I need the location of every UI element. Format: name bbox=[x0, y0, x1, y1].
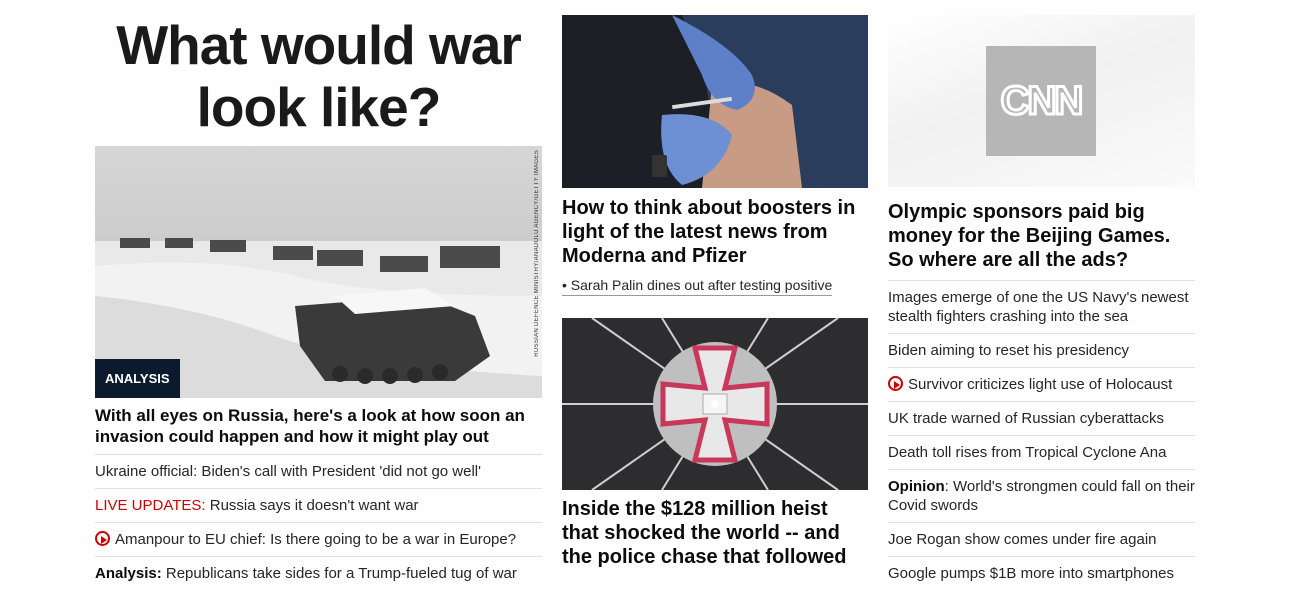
related-story-link[interactable]: • Sarah Palin dines out after testing po… bbox=[562, 276, 833, 296]
list-item-text: Republicans take sides for a Trump-fuele… bbox=[161, 565, 517, 582]
olympics-story-headline[interactable]: Olympic sponsors paid big money for the … bbox=[888, 200, 1195, 272]
cnn-logo-text: CNN bbox=[999, 77, 1085, 124]
list-item-text: Amanpour to EU chief: Is there going to … bbox=[115, 531, 517, 548]
opinion-label: Opinion bbox=[888, 478, 945, 495]
booster-story-headline[interactable]: How to think about boosters in light of … bbox=[562, 196, 868, 268]
analysis-label: Analysis: bbox=[95, 565, 162, 582]
list-item[interactable]: Google pumps $1B more into smartphones bbox=[888, 556, 1195, 590]
list-item[interactable]: LIVE UPDATES: Russia says it doesn't wan… bbox=[95, 488, 542, 522]
list-item[interactable]: Ukraine official: Biden's call with Pres… bbox=[95, 454, 542, 488]
right-story-list: Images emerge of one the US Navy's newes… bbox=[888, 280, 1195, 590]
right-column: CNN Olympic sponsors paid big money for … bbox=[888, 0, 1195, 590]
list-item[interactable]: Survivor criticizes light use of Holocau… bbox=[888, 367, 1195, 401]
list-item[interactable]: Analysis: Republicans take sides for a T… bbox=[95, 556, 542, 590]
list-item[interactable]: UK trade warned of Russian cyberattacks bbox=[888, 401, 1195, 435]
heist-story-headline[interactable]: Inside the $128 million heist that shock… bbox=[562, 497, 868, 569]
jeweled-cross-photo bbox=[562, 318, 868, 490]
list-item[interactable]: Biden aiming to reset his presidency bbox=[888, 333, 1195, 367]
lead-story-image[interactable]: RUSSIAN DEFENCE MINISTRY/ANADOLU AGENCY/… bbox=[95, 146, 542, 398]
live-updates-label: LIVE UPDATES: bbox=[95, 497, 206, 514]
list-item-text: Death toll rises from Tropical Cyclone A… bbox=[888, 444, 1167, 461]
list-item[interactable]: Opinion: World's strongmen could fall on… bbox=[888, 469, 1195, 522]
lead-story-headline[interactable]: With all eyes on Russia, here's a look a… bbox=[95, 405, 542, 448]
list-item-text: Joe Rogan show comes under fire again bbox=[888, 531, 1157, 548]
list-item-text: UK trade warned of Russian cyberattacks bbox=[888, 410, 1164, 427]
middle-column: How to think about boosters in light of … bbox=[562, 0, 868, 569]
banner-headline[interactable]: What would war look like? bbox=[95, 14, 542, 146]
list-item-text: Images emerge of one the US Navy's newes… bbox=[888, 289, 1189, 325]
photo-credit: RUSSIAN DEFENCE MINISTRY/ANADOLU AGENCY/… bbox=[534, 150, 540, 357]
list-item[interactable]: Amanpour to EU chief: Is there going to … bbox=[95, 522, 542, 556]
list-item[interactable]: Joe Rogan show comes under fire again bbox=[888, 522, 1195, 556]
analysis-badge: ANALYSIS bbox=[95, 359, 180, 398]
list-item-text: Ukraine official: Biden's call with Pres… bbox=[95, 463, 482, 480]
olympics-story-image[interactable]: CNN bbox=[888, 15, 1195, 187]
list-item-text: Biden aiming to reset his presidency bbox=[888, 342, 1129, 359]
lead-column: What would war look like? RUSSIAN DEFENC… bbox=[95, 0, 542, 590]
list-item-text: Survivor criticizes light use of Holocau… bbox=[908, 376, 1173, 393]
play-video-icon bbox=[95, 531, 110, 546]
cnn-logo: CNN bbox=[986, 46, 1096, 156]
list-item[interactable]: Images emerge of one the US Navy's newes… bbox=[888, 280, 1195, 333]
list-item-text: Google pumps $1B more into smartphones bbox=[888, 565, 1174, 582]
booster-story-image[interactable] bbox=[562, 15, 868, 188]
list-item-text: Russia says it doesn't want war bbox=[205, 497, 419, 514]
list-item[interactable]: Death toll rises from Tropical Cyclone A… bbox=[888, 435, 1195, 469]
vaccine-injection-photo bbox=[562, 15, 868, 188]
lead-story-list: Ukraine official: Biden's call with Pres… bbox=[95, 454, 542, 590]
play-video-icon bbox=[888, 376, 903, 391]
heist-story-image[interactable] bbox=[562, 318, 868, 490]
